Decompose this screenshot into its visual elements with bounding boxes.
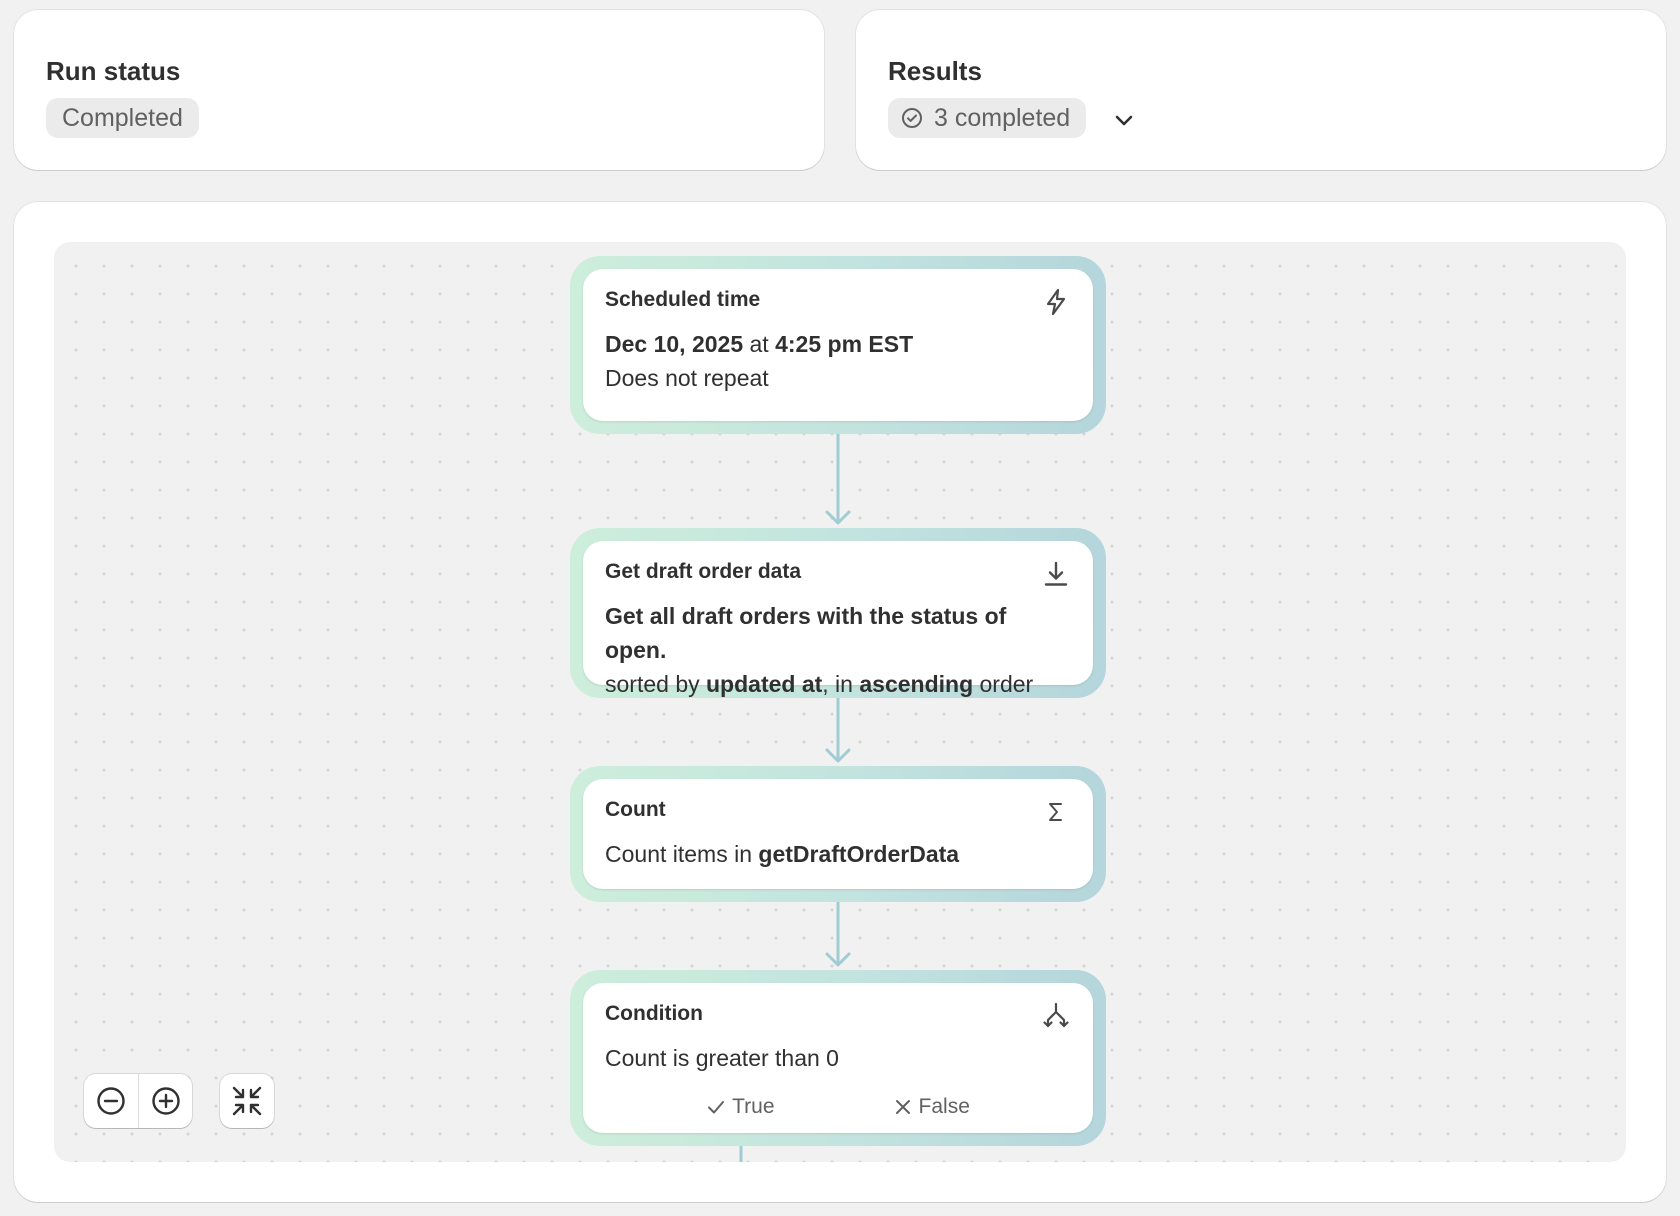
lightning-icon [1041, 287, 1071, 317]
zoom-in-button[interactable] [138, 1074, 192, 1128]
node-title: Condition [605, 1002, 703, 1025]
results-card: Results 3 completed [856, 10, 1666, 170]
download-icon [1041, 559, 1071, 589]
trigger-repeat: Does not repeat [605, 365, 769, 391]
zoom-out-button[interactable] [84, 1074, 138, 1128]
sort-direction: ascending [859, 671, 974, 697]
condition-text: Count is greater than 0 [605, 1045, 839, 1071]
node-card: Get draft order data Get all draft order… [583, 541, 1093, 697]
trigger-at: at [743, 331, 776, 357]
branch-true-label: True [732, 1095, 775, 1118]
condition-branches: True False [583, 1095, 1093, 1119]
node-title: Scheduled time [605, 288, 761, 311]
zoom-controls [84, 1074, 192, 1128]
node-title: Count [605, 798, 666, 821]
branch-true: True [706, 1095, 775, 1119]
node-condition[interactable]: Condition Count is greater than 0 True F… [570, 970, 1106, 1146]
get-data-description: Get all draft orders with the status of … [605, 603, 1007, 663]
results-badge-label: 3 completed [934, 103, 1071, 132]
branch-false-label: False [918, 1095, 970, 1118]
node-card: Condition Count is greater than 0 True F… [583, 983, 1093, 1133]
node-card: Scheduled time Dec 10, 2025 at 4:25 pm E… [583, 269, 1093, 421]
node-body: Count items in getDraftOrderData [605, 837, 1071, 871]
results-badge[interactable]: 3 completed [888, 98, 1087, 138]
run-status-badge: Completed [46, 98, 199, 138]
sort-prefix: sorted by [605, 671, 706, 697]
count-prefix: Count items in [605, 841, 759, 867]
results-title: Results [888, 56, 982, 86]
sigma-icon [1041, 797, 1071, 827]
node-count[interactable]: Count Count items in getDraftOrderData [570, 766, 1106, 902]
fit-view-icon [232, 1086, 262, 1116]
branch-false: False [893, 1095, 970, 1119]
zoom-in-icon [151, 1087, 180, 1115]
check-circle-icon [900, 106, 924, 130]
run-status-title: Run status [46, 56, 181, 86]
count-target: getDraftOrderData [758, 841, 960, 867]
run-status-card: Run status Completed [14, 10, 824, 170]
node-get-draft-order-data[interactable]: Get draft order data Get all draft order… [570, 528, 1106, 698]
trigger-date: Dec 10, 2025 [605, 331, 744, 357]
branch-icon [1041, 1001, 1071, 1031]
fit-view-button[interactable] [220, 1074, 274, 1128]
workflow-canvas[interactable]: Scheduled time Dec 10, 2025 at 4:25 pm E… [54, 242, 1626, 1162]
sort-suffix: order [973, 671, 1034, 697]
node-card: Count Count items in getDraftOrderData [583, 779, 1093, 889]
arrow-head [825, 748, 851, 763]
node-body: Dec 10, 2025 at 4:25 pm EST Does not rep… [605, 327, 1071, 395]
zoom-out-icon [97, 1087, 125, 1115]
x-icon [895, 1100, 910, 1114]
check-icon [708, 1101, 725, 1114]
node-scheduled-time[interactable]: Scheduled time Dec 10, 2025 at 4:25 pm E… [570, 256, 1106, 434]
workflow-canvas-card: Scheduled time Dec 10, 2025 at 4:25 pm E… [14, 202, 1666, 1202]
arrow-head [825, 510, 851, 525]
node-body: Get all draft orders with the status of … [605, 599, 1071, 701]
arrow-head [825, 952, 851, 967]
chevron-down-icon[interactable] [1110, 106, 1138, 134]
node-title: Get draft order data [605, 560, 802, 583]
sort-field: updated at [706, 671, 823, 697]
sort-mid: , in [822, 671, 860, 697]
trigger-time: 4:25 pm EST [775, 331, 914, 357]
